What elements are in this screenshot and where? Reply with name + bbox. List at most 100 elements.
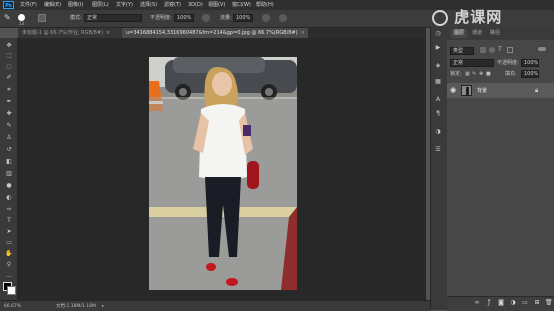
tab-paths[interactable]: 路径 bbox=[487, 29, 503, 38]
brush-size-value: 13 bbox=[19, 21, 25, 26]
tab-label: u=3416884154,3316960487&fm=214&gp=0.jpg … bbox=[126, 30, 298, 36]
crop-tool-icon[interactable]: ⌗ bbox=[5, 86, 13, 93]
paragraph-panel-icon[interactable]: ¶ bbox=[434, 110, 442, 118]
eyedropper-tool-icon[interactable]: ✒ bbox=[5, 98, 13, 105]
canvas-photo[interactable] bbox=[149, 57, 297, 290]
tab-photo[interactable]: u=3416884154,3316960487&fm=214&gp=0.jpg … bbox=[122, 28, 308, 38]
blend-mode-select[interactable]: 正常 bbox=[450, 59, 494, 67]
delete-layer-icon[interactable]: 🗑︎ bbox=[545, 300, 553, 306]
layers-panel-tabs: 图层 通道 路径 bbox=[447, 27, 554, 40]
brush-tool-icon[interactable]: ✎ bbox=[4, 13, 11, 22]
new-layer-icon[interactable]: ⊞ bbox=[534, 300, 540, 306]
filter-type-icon[interactable]: T bbox=[498, 46, 502, 53]
status-menu-arrow-icon[interactable]: ▸ bbox=[102, 303, 104, 310]
rectangle-tool-icon[interactable]: ▭ bbox=[5, 239, 13, 246]
flow-input[interactable]: 100% bbox=[233, 14, 253, 22]
menu-type[interactable]: 文字(Y) bbox=[116, 1, 133, 9]
tab-channels[interactable]: 通道 bbox=[469, 29, 485, 38]
path-select-tool-icon[interactable]: ➤ bbox=[5, 228, 13, 235]
menu-edit[interactable]: 编辑(E) bbox=[44, 1, 61, 9]
move-tool-icon[interactable]: ✥ bbox=[5, 42, 13, 49]
pen-tool-icon[interactable]: ✑ bbox=[5, 206, 13, 213]
menu-filter[interactable]: 滤镜(T) bbox=[164, 1, 181, 9]
mode-select[interactable]: 正常 bbox=[84, 14, 142, 22]
lock-icon: 🔒︎ bbox=[535, 87, 539, 94]
layer-name[interactable]: 背景 bbox=[477, 87, 487, 94]
document-tab-bar: 未标题-1 @ 66.7%(作业, RGB/8#) × u=3416884154,… bbox=[18, 28, 426, 38]
marquee-tool-icon[interactable]: ⬚ bbox=[5, 52, 13, 59]
visibility-eye-icon[interactable]: ◉ bbox=[450, 86, 456, 94]
filter-pixel-icon[interactable] bbox=[480, 47, 486, 53]
history-brush-tool-icon[interactable]: ↺ bbox=[5, 146, 13, 153]
lock-position-icon[interactable]: ✥ bbox=[479, 71, 483, 77]
opacity-label: 不透明度: bbox=[150, 15, 172, 21]
lock-pixels-icon[interactable]: ▦ bbox=[465, 71, 470, 77]
menu-3d[interactable]: 3D(D) bbox=[188, 1, 203, 9]
filter-adjust-icon[interactable] bbox=[489, 47, 495, 53]
link-layers-icon[interactable]: ∞ bbox=[474, 300, 480, 306]
dodge-tool-icon[interactable]: ◐ bbox=[5, 194, 13, 201]
tab-untitled-1[interactable]: 未标题-1 @ 66.7%(作业, RGB/8#) × bbox=[18, 28, 122, 38]
airbrush-icon[interactable] bbox=[262, 14, 270, 22]
menu-file[interactable]: 文件(F) bbox=[20, 1, 37, 9]
blend-mode-value: 正常 bbox=[453, 60, 464, 66]
filter-shape-icon[interactable] bbox=[507, 47, 513, 53]
close-icon[interactable]: × bbox=[301, 30, 305, 36]
background-color-swatch[interactable] bbox=[7, 286, 16, 295]
status-bar: 66.67% 文档:1.18M/1.18M ▸ bbox=[0, 300, 430, 311]
lock-brush-icon[interactable]: ✎ bbox=[472, 71, 476, 77]
actions-panel-icon[interactable]: ▶ bbox=[434, 44, 442, 52]
brush-preset-icon[interactable] bbox=[18, 14, 25, 21]
character-panel-icon[interactable]: A bbox=[434, 96, 442, 104]
fill-value: 100% bbox=[524, 71, 539, 77]
document-info: 文档:1.18M/1.18M bbox=[56, 304, 96, 309]
swatches-panel-icon[interactable]: ▦ bbox=[434, 78, 442, 86]
properties-panel-icon[interactable]: ☰ bbox=[434, 146, 442, 154]
brush-tool-icon[interactable]: ✎ bbox=[5, 122, 13, 129]
menu-view[interactable]: 视图(V) bbox=[208, 1, 225, 9]
flow-label: 流量: bbox=[220, 15, 232, 21]
type-tool-icon[interactable]: T bbox=[5, 217, 13, 224]
menu-image[interactable]: 图像(I) bbox=[68, 1, 83, 9]
new-group-icon[interactable]: ▭ bbox=[522, 300, 528, 306]
opacity-value: 100% bbox=[177, 15, 192, 21]
mode-value: 正常 bbox=[87, 15, 98, 21]
opacity-input[interactable]: 100% bbox=[174, 14, 194, 22]
zoom-tool-icon[interactable]: ⚲ bbox=[5, 261, 13, 268]
tab-layers[interactable]: 图层 bbox=[451, 29, 468, 38]
menu-window[interactable]: 窗口(W) bbox=[232, 1, 251, 9]
zoom-level[interactable]: 66.67% bbox=[4, 303, 21, 310]
layer-opacity-input[interactable]: 100% bbox=[521, 59, 539, 67]
color-panel-icon[interactable]: ◈ bbox=[434, 62, 442, 70]
layer-row-background[interactable]: ◉ 背景 🔒︎ bbox=[447, 83, 554, 98]
photo-image bbox=[149, 57, 297, 290]
menu-select[interactable]: 选择(S) bbox=[140, 1, 157, 9]
more-tools-icon[interactable]: … bbox=[5, 272, 13, 279]
photoshop-logo: Ps bbox=[3, 1, 14, 9]
adjustments-panel-icon[interactable]: ◑ bbox=[434, 128, 442, 136]
thumbnail-figure bbox=[466, 87, 469, 95]
menu-help[interactable]: 帮助(H) bbox=[256, 1, 274, 9]
layer-thumbnail bbox=[461, 85, 472, 96]
clone-stamp-tool-icon[interactable]: ♙ bbox=[5, 134, 13, 141]
pressure-opacity-icon[interactable] bbox=[202, 14, 210, 22]
layer-style-icon[interactable]: ƒ bbox=[486, 300, 492, 306]
gradient-tool-icon[interactable]: ▥ bbox=[5, 170, 13, 177]
adjustment-layer-icon[interactable]: ◑ bbox=[510, 300, 516, 306]
lasso-tool-icon[interactable]: ◌ bbox=[5, 63, 13, 70]
layer-mask-icon[interactable]: ◙ bbox=[498, 300, 504, 306]
brush-panel-icon[interactable] bbox=[38, 14, 46, 22]
menu-layer[interactable]: 图层(L) bbox=[92, 1, 109, 9]
lock-all-icon[interactable]: ■ bbox=[486, 71, 491, 77]
filter-toggle-icon[interactable] bbox=[538, 47, 546, 51]
quick-select-tool-icon[interactable]: ✐ bbox=[5, 74, 13, 81]
healing-brush-tool-icon[interactable]: ✚ bbox=[5, 110, 13, 117]
blur-tool-icon[interactable]: ● bbox=[5, 182, 13, 189]
history-panel-icon[interactable]: ◷ bbox=[434, 30, 442, 38]
eraser-tool-icon[interactable]: ◧ bbox=[5, 158, 13, 165]
close-icon[interactable]: × bbox=[106, 30, 110, 36]
fill-input[interactable]: 100% bbox=[521, 70, 539, 78]
pressure-size-icon[interactable] bbox=[279, 14, 287, 22]
layer-filter-select[interactable]: 类型 bbox=[450, 47, 474, 55]
hand-tool-icon[interactable]: ✋ bbox=[5, 250, 13, 257]
